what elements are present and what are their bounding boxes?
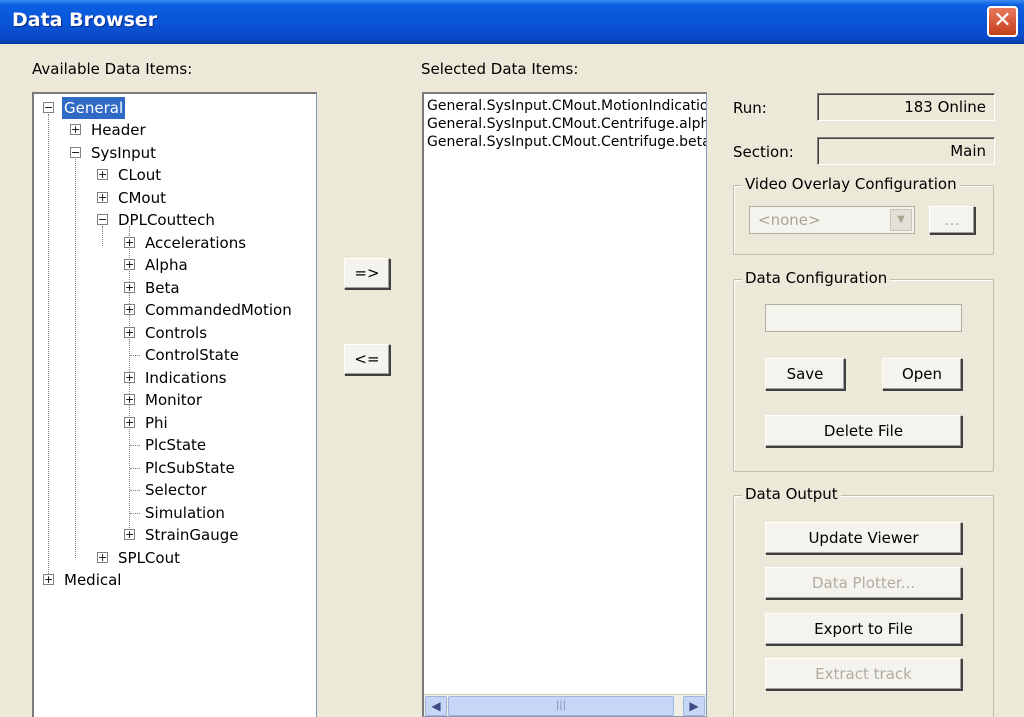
- list-item[interactable]: General.SysInput.CMout.Centrifuge.alph: [427, 115, 706, 133]
- expand-icon[interactable]: +: [124, 327, 135, 338]
- expand-icon[interactable]: +: [43, 574, 54, 585]
- expand-icon[interactable]: +: [124, 372, 135, 383]
- remove-item-button[interactable]: <=: [344, 344, 390, 375]
- run-label: Run:: [733, 99, 767, 117]
- list-item[interactable]: General.SysInput.CMout.Centrifuge.beta: [427, 133, 706, 151]
- available-items-label: Available Data Items:: [32, 60, 193, 78]
- data-configuration-title: Data Configuration: [742, 269, 891, 287]
- expand-icon[interactable]: +: [97, 192, 108, 203]
- tree-line: [130, 468, 140, 469]
- scroll-left-button[interactable]: ◀: [425, 696, 447, 716]
- tree-line: [130, 445, 140, 446]
- available-items-tree[interactable]: − General + Header − SysInput + CLout + …: [32, 92, 317, 717]
- collapse-icon[interactable]: −: [43, 102, 54, 113]
- video-browse-button[interactable]: ...: [929, 206, 975, 234]
- section-field: Main: [817, 137, 995, 165]
- expand-icon[interactable]: +: [97, 552, 108, 563]
- video-overlay-title: Video Overlay Configuration: [742, 175, 960, 193]
- tree-line: [75, 159, 76, 558]
- expand-icon[interactable]: +: [97, 169, 108, 180]
- expand-icon[interactable]: +: [124, 282, 135, 293]
- export-to-file-button[interactable]: Export to File: [765, 613, 962, 645]
- selected-items-list[interactable]: General.SysInput.CMout.MotionIndicatio G…: [422, 92, 707, 717]
- list-item[interactable]: General.SysInput.CMout.MotionIndicatio: [427, 97, 706, 115]
- chevron-down-icon[interactable]: ▼: [890, 209, 912, 231]
- config-file-field[interactable]: [765, 304, 962, 332]
- close-button[interactable]: ✕: [987, 6, 1018, 37]
- tree-line: [102, 226, 103, 246]
- horizontal-scrollbar[interactable]: ◀ ||| ▶: [424, 694, 706, 716]
- run-field: 183 Online: [817, 93, 995, 121]
- tree-line: [48, 114, 49, 580]
- data-plotter-button[interactable]: Data Plotter...: [765, 567, 962, 599]
- video-overlay-select[interactable]: <none> ▼: [749, 206, 915, 234]
- title-bar: Data Browser ✕: [0, 0, 1024, 44]
- open-button[interactable]: Open: [882, 358, 962, 390]
- add-item-button[interactable]: =>: [344, 258, 390, 289]
- extract-track-button[interactable]: Extract track: [765, 658, 962, 690]
- expand-icon[interactable]: +: [124, 237, 135, 248]
- expand-icon[interactable]: +: [124, 304, 135, 315]
- scroll-right-button[interactable]: ▶: [683, 696, 705, 716]
- data-output-title: Data Output: [742, 485, 841, 503]
- expand-icon[interactable]: +: [124, 259, 135, 270]
- scroll-thumb[interactable]: |||: [448, 696, 674, 716]
- expand-icon[interactable]: +: [124, 394, 135, 405]
- expand-icon[interactable]: +: [124, 417, 135, 428]
- selected-items-label: Selected Data Items:: [421, 60, 579, 78]
- expand-icon[interactable]: +: [124, 529, 135, 540]
- delete-file-button[interactable]: Delete File: [765, 415, 962, 447]
- collapse-icon[interactable]: −: [97, 214, 108, 225]
- window-title: Data Browser: [12, 9, 158, 31]
- save-button[interactable]: Save: [765, 358, 845, 390]
- section-label: Section:: [733, 143, 794, 161]
- tree-line: [130, 513, 140, 514]
- collapse-icon[interactable]: −: [70, 147, 81, 158]
- video-overlay-value: <none>: [758, 211, 821, 229]
- expand-icon[interactable]: +: [70, 124, 81, 135]
- tree-line: [130, 490, 140, 491]
- update-viewer-button[interactable]: Update Viewer: [765, 522, 962, 554]
- tree-line: [130, 355, 140, 356]
